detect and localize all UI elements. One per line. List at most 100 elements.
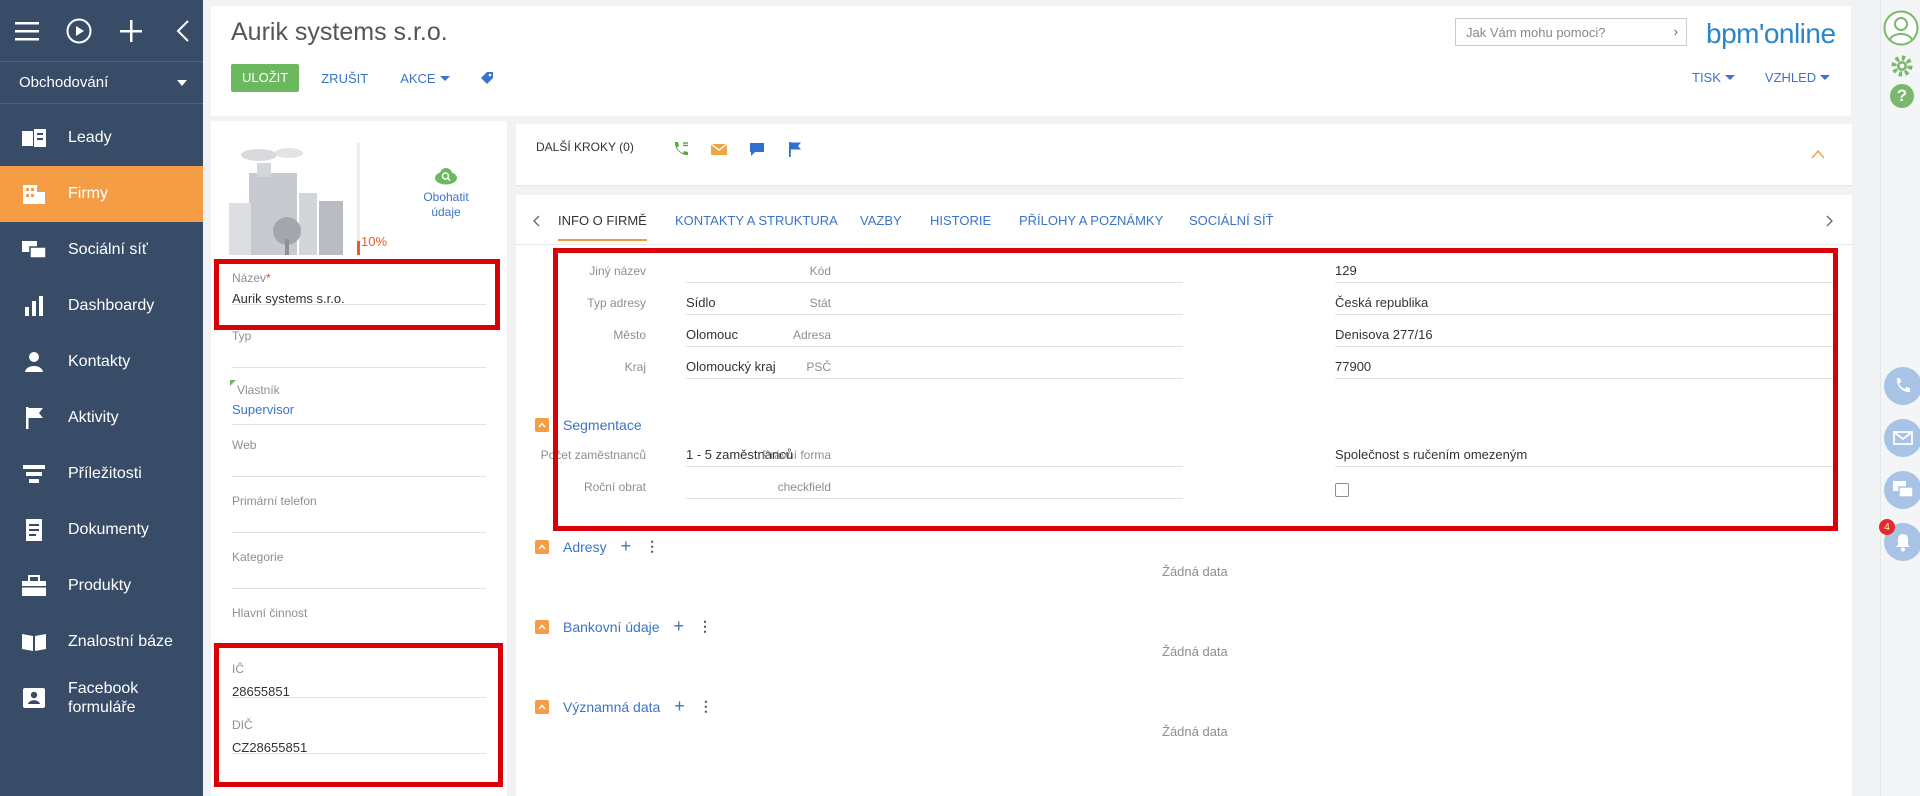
main-activity-field[interactable]: Hlavní činnost [232, 606, 486, 645]
email-icon[interactable] [710, 140, 728, 158]
funnel-icon [20, 460, 48, 488]
empty-state-text: Žádná data [1162, 644, 1228, 659]
ic-value: 28655851 [232, 684, 290, 699]
dic-value: CZ28655851 [232, 740, 308, 755]
chevron-right-icon: › [1673, 24, 1678, 39]
collapse-icon[interactable] [535, 539, 549, 554]
phone-button[interactable] [1884, 367, 1920, 405]
phone-call-icon[interactable] [672, 140, 690, 158]
detail-group-header[interactable]: Bankovní údaje + ⋮ [535, 616, 712, 637]
sidebar-item-label: Produkty [68, 577, 132, 594]
print-menu-button[interactable]: TISK [1692, 70, 1735, 85]
add-icon[interactable]: + [674, 616, 685, 637]
email-button[interactable] [1884, 419, 1920, 457]
sidebar-item-label: Leady [68, 129, 112, 146]
sidebar-item-facebook-form[interactable]: Facebook formuláře [0, 670, 203, 726]
sidebar-item-contact[interactable]: Kontakty [0, 334, 203, 390]
document-icon [20, 516, 48, 544]
chevron-right-icon[interactable] [1826, 215, 1834, 227]
workplace-select[interactable]: Obchodování [0, 62, 203, 104]
required-marker: * [266, 271, 271, 285]
detail-group-header[interactable]: Významná data + ⋮ [535, 696, 713, 717]
main-activity-label: Hlavní činnost [232, 606, 308, 620]
sidebar-item-book[interactable]: Znalostní báze [0, 614, 203, 670]
play-icon[interactable] [66, 18, 92, 44]
sidebar-item-social-network[interactable]: Sociální síť [0, 222, 203, 278]
empty-state-text: Žádná data [1162, 564, 1228, 579]
divider [1335, 378, 1833, 379]
sidebar-item-products[interactable]: Produkty [0, 558, 203, 614]
tab-vazby[interactable]: VAZBY [860, 213, 902, 228]
page-header: Aurik systems s.r.o. ULOŽIT ZRUŠIT AKCE … [211, 6, 1851, 116]
tab-info-o-firme[interactable]: INFO O FIRMĚ [558, 213, 647, 241]
gear-icon[interactable] [1890, 54, 1914, 81]
divider [1335, 466, 1833, 467]
detail-group-header[interactable]: Adresy + ⋮ [535, 536, 659, 557]
sidebar-item-label: Sociální síť [68, 241, 148, 258]
save-button[interactable]: ULOŽIT [231, 64, 300, 92]
more-options-icon[interactable]: ⋮ [645, 538, 659, 555]
sidebar-item-label: Aktivity [68, 409, 119, 426]
tag-button[interactable] [480, 71, 494, 85]
collapse-nav-icon[interactable] [170, 18, 196, 44]
user-profile-icon[interactable] [1883, 10, 1919, 49]
more-options-icon[interactable]: ⋮ [699, 698, 713, 715]
checkfield-label: checkfield [777, 480, 831, 494]
phone-field[interactable]: Primární telefon [232, 494, 486, 533]
sidebar-item-label: Znalostní báze [68, 633, 173, 650]
category-field[interactable]: Kategorie [232, 550, 486, 589]
sidebar-item-label: Facebook formuláře [68, 680, 139, 716]
name-value: Aurik systems s.r.o. [232, 291, 345, 306]
type-field[interactable]: Typ [232, 329, 486, 368]
sidebar-item-flag[interactable]: Aktivity [0, 390, 203, 446]
help-search-input[interactable]: Jak Vám mohu pomoci? › [1455, 18, 1687, 46]
info-field-label: Jiný název [589, 264, 646, 278]
notifications-button[interactable]: 4 [1879, 519, 1920, 561]
turnover-label: Roční obrat [583, 480, 646, 494]
checkfield-checkbox[interactable] [1335, 483, 1349, 497]
book-icon [20, 628, 48, 656]
dic-field[interactable]: DIČ CZ28655851 [232, 718, 486, 755]
add-icon[interactable]: + [674, 696, 685, 717]
chevron-down-icon [1724, 75, 1735, 80]
view-menu-button[interactable]: VZHLED [1765, 70, 1831, 85]
sidebar-item-leads[interactable]: Leady [0, 110, 203, 166]
ic-field[interactable]: IČ 28655851 [232, 662, 486, 699]
tab-kontakty-a-struktura[interactable]: KONTAKTY A STRUKTURA [675, 213, 838, 228]
chat-button[interactable] [1884, 471, 1920, 509]
add-icon[interactable] [118, 18, 144, 44]
owner-link[interactable]: Supervisor [232, 402, 486, 417]
info-field-value: Sídlo [686, 295, 716, 310]
chevron-up-icon[interactable] [1810, 148, 1826, 160]
chevron-left-icon[interactable] [532, 215, 540, 227]
info-field-value: Denisova 277/16 [1335, 327, 1433, 342]
flag-icon[interactable] [786, 140, 804, 158]
actions-menu-button[interactable]: AKCE [400, 71, 450, 86]
cancel-button[interactable]: ZRUŠIT [321, 71, 368, 86]
sidebar-item-document[interactable]: Dokumenty [0, 502, 203, 558]
tab-historie[interactable]: HISTORIE [930, 213, 991, 228]
collapse-icon[interactable] [535, 619, 549, 634]
sidebar-item-accounts[interactable]: Firmy [0, 166, 203, 222]
detail-group-title: Adresy [563, 538, 607, 555]
info-field-value: 129 [1335, 263, 1357, 278]
name-field[interactable]: Název* Aurik systems s.r.o. [232, 271, 486, 306]
lookup-marker-icon [230, 380, 236, 386]
chat-icon[interactable] [748, 140, 766, 158]
tab-prilohy-a-poznamky[interactable]: PŘÍLOHY A POZNÁMKY [1019, 213, 1163, 228]
tab-socialni-sit[interactable]: SOCIÁLNÍ SÍŤ [1189, 213, 1274, 228]
leads-icon [20, 124, 48, 152]
more-options-icon[interactable]: ⋮ [698, 618, 712, 635]
web-field[interactable]: Web [232, 438, 486, 477]
segmentation-group-header[interactable]: Segmentace [535, 417, 642, 433]
collapse-icon[interactable] [535, 699, 549, 714]
menu-icon[interactable] [14, 18, 40, 44]
owner-field[interactable]: Vlastník Supervisor [230, 380, 486, 425]
collapse-icon[interactable] [535, 418, 549, 432]
sidebar-item-dashboard[interactable]: Dashboardy [0, 278, 203, 334]
help-icon[interactable]: ? [1890, 84, 1914, 108]
add-icon[interactable]: + [621, 536, 632, 557]
enrich-data-button[interactable]: Obohatit údaje [411, 167, 481, 220]
account-profile: 10% Obohatit údaje Název* Aurik systems … [211, 121, 507, 796]
sidebar-item-funnel[interactable]: Příležitosti [0, 446, 203, 502]
